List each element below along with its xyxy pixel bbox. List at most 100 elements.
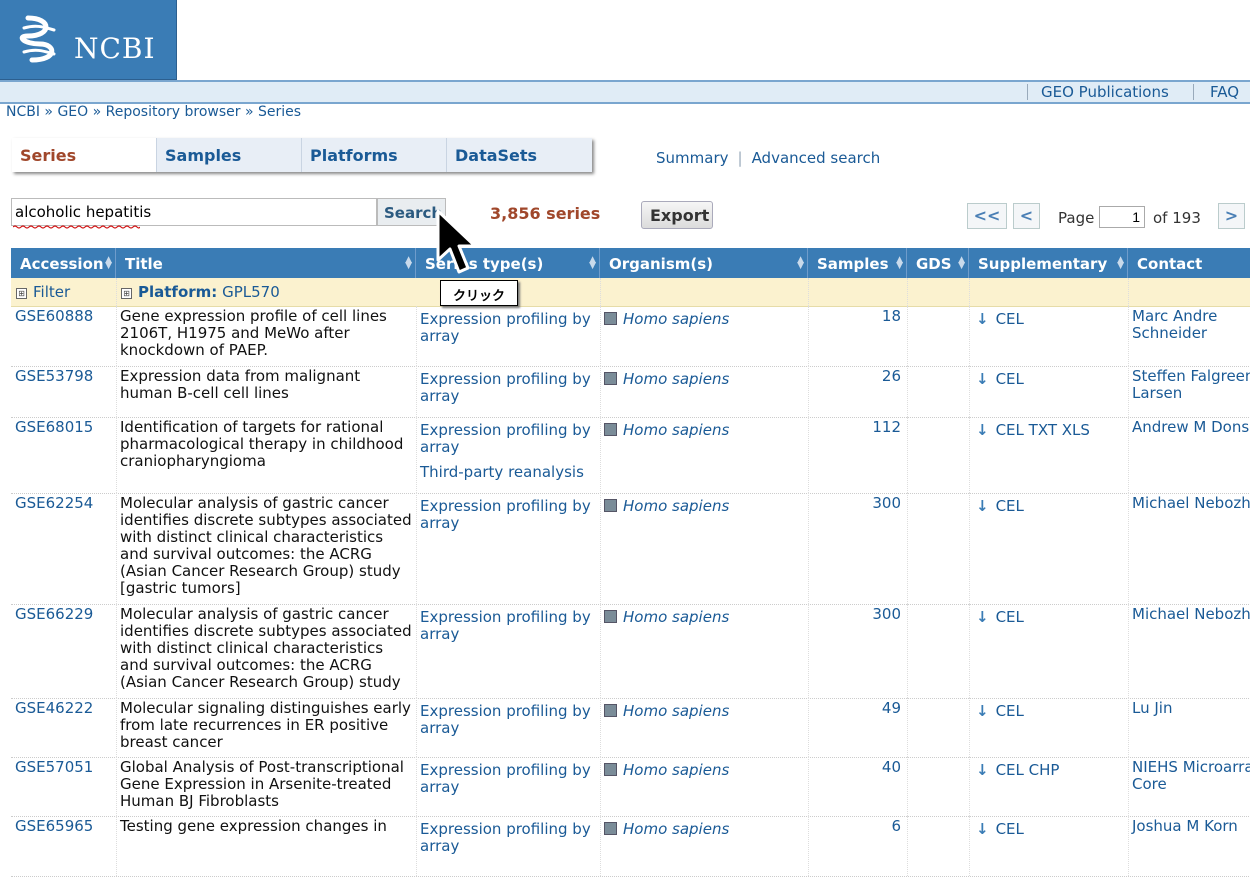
taxonomy-icon[interactable] bbox=[604, 822, 617, 835]
series-title: Gene expression profile of cell lines 21… bbox=[120, 307, 387, 359]
series-type-link[interactable]: Expression profiling by array bbox=[420, 820, 591, 855]
organism: Homo sapiens bbox=[604, 821, 729, 838]
taxonomy-icon[interactable] bbox=[604, 312, 617, 325]
column-header-title[interactable]: Title ▲ ▼ bbox=[116, 248, 416, 278]
column-header-supplementary[interactable]: Supplementary ▲ ▼ bbox=[969, 248, 1128, 278]
supplementary-download[interactable]: ↓ CEL bbox=[976, 609, 1024, 626]
series-title: Global Analysis of Post-transcriptional … bbox=[120, 758, 404, 810]
column-header-samples[interactable]: Samples ▲ ▼ bbox=[808, 248, 907, 278]
tab-platforms[interactable]: Platforms bbox=[302, 138, 447, 172]
series-type: Expression profiling by array Third-party… bbox=[420, 422, 595, 481]
organism-link[interactable]: Homo sapiens bbox=[623, 497, 729, 515]
series-type-link[interactable]: Expression profiling by array bbox=[420, 761, 591, 796]
table-row: GSE60888 Gene expression profile of cell … bbox=[11, 306, 1250, 367]
next-page-button[interactable]: > bbox=[1218, 203, 1245, 229]
page-total: of 193 bbox=[1153, 209, 1201, 227]
series-type-link[interactable]: Expression profiling by array bbox=[420, 421, 591, 456]
taxonomy-icon[interactable] bbox=[604, 610, 617, 623]
supplementary-download[interactable]: ↓ CEL CHP bbox=[976, 762, 1059, 779]
series-type-link[interactable]: Expression profiling by array bbox=[420, 370, 591, 405]
supplementary-download[interactable]: ↓ CEL bbox=[976, 498, 1024, 515]
organism: Homo sapiens bbox=[604, 609, 729, 626]
accession-link[interactable]: GSE60888 bbox=[15, 308, 93, 325]
series-type-link[interactable]: Expression profiling by array bbox=[420, 608, 591, 643]
expand-icon: ⊞ bbox=[121, 288, 132, 299]
contact-link[interactable]: Michael Nebozhyn bbox=[1132, 495, 1250, 512]
sample-count-link[interactable]: 112 bbox=[809, 419, 901, 436]
contact-link[interactable]: NIEHS Microarray Core bbox=[1132, 759, 1250, 793]
filter-toggle[interactable]: ⊞ Filter bbox=[16, 283, 70, 301]
accession-link[interactable]: GSE62254 bbox=[15, 495, 93, 512]
contact-link[interactable]: Marc Andre Schneider bbox=[1132, 308, 1250, 342]
column-header-gds[interactable]: GDS ▲ ▼ bbox=[907, 248, 969, 278]
search-input[interactable] bbox=[11, 198, 377, 226]
organism-link[interactable]: Homo sapiens bbox=[623, 761, 729, 779]
spellcheck-underline bbox=[13, 225, 140, 229]
taxonomy-icon[interactable] bbox=[604, 423, 617, 436]
breadcrumb[interactable]: NCBI » GEO » Repository browser » Series bbox=[6, 104, 301, 120]
accession-link[interactable]: GSE68015 bbox=[15, 419, 93, 436]
accession-link[interactable]: GSE65965 bbox=[15, 818, 93, 835]
sample-count-link[interactable]: 40 bbox=[809, 759, 901, 776]
ncbi-logo[interactable]: NCBI bbox=[0, 0, 177, 80]
tab-samples[interactable]: Samples bbox=[157, 138, 302, 172]
organism-link[interactable]: Homo sapiens bbox=[623, 608, 729, 626]
accession-link[interactable]: GSE66229 bbox=[15, 606, 93, 623]
series-type-link[interactable]: Expression profiling by array bbox=[420, 497, 591, 532]
series-type-extra-link[interactable]: Third-party reanalysis bbox=[420, 464, 595, 481]
contact-link[interactable]: Joshua M Korn bbox=[1132, 818, 1250, 835]
column-header-accession[interactable]: Accession ▲ ▼ bbox=[11, 248, 116, 278]
series-title: Molecular signaling distinguishes early … bbox=[120, 699, 411, 751]
table-row: GSE53798 Expression data from malignant h… bbox=[11, 366, 1250, 418]
download-arrow-icon: ↓ bbox=[976, 820, 989, 838]
series-type-link[interactable]: Expression profiling by array bbox=[420, 310, 591, 345]
contact-link[interactable]: Michael Nebozhyn bbox=[1132, 606, 1250, 623]
supplementary-download[interactable]: ↓ CEL bbox=[976, 311, 1024, 328]
geo-publications-link[interactable]: GEO Publications bbox=[1041, 83, 1169, 101]
taxonomy-icon[interactable] bbox=[604, 763, 617, 776]
tab-datasets[interactable]: DataSets bbox=[447, 138, 592, 172]
supplementary-download[interactable]: ↓ CEL bbox=[976, 371, 1024, 388]
taxonomy-icon[interactable] bbox=[604, 372, 617, 385]
platform-filter[interactable]: ⊞ Platform: GPL570 bbox=[121, 283, 280, 301]
summary-link[interactable]: Summary bbox=[656, 149, 729, 167]
organism: Homo sapiens bbox=[604, 311, 729, 328]
organism: Homo sapiens bbox=[604, 371, 729, 388]
organism-link[interactable]: Homo sapiens bbox=[623, 310, 729, 328]
supplementary-download[interactable]: ↓ CEL bbox=[976, 821, 1024, 838]
accession-link[interactable]: GSE46222 bbox=[15, 700, 93, 717]
advanced-search-link[interactable]: Advanced search bbox=[752, 149, 881, 167]
supplementary-download[interactable]: ↓ CEL TXT XLS bbox=[976, 422, 1090, 439]
faq-link[interactable]: FAQ bbox=[1210, 83, 1239, 101]
series-type-link[interactable]: Expression profiling by array bbox=[420, 702, 591, 737]
taxonomy-icon[interactable] bbox=[604, 704, 617, 717]
download-arrow-icon: ↓ bbox=[976, 608, 989, 626]
prev-page-button[interactable]: < bbox=[1013, 203, 1040, 229]
organism-link[interactable]: Homo sapiens bbox=[623, 820, 729, 838]
column-header-organism[interactable]: Organism(s) ▲ ▼ bbox=[600, 248, 808, 278]
contact-link[interactable]: Andrew M Donson bbox=[1132, 419, 1250, 436]
supplementary-download[interactable]: ↓ CEL bbox=[976, 703, 1024, 720]
page-number-input[interactable] bbox=[1099, 206, 1145, 228]
tab-series[interactable]: Series bbox=[12, 138, 157, 172]
contact-link[interactable]: Steffen Falgreen Larsen bbox=[1132, 368, 1250, 402]
sample-count-link[interactable]: 6 bbox=[809, 818, 901, 835]
export-button[interactable]: Export bbox=[641, 201, 713, 229]
sample-count-link[interactable]: 26 bbox=[809, 368, 901, 385]
sample-count-link[interactable]: 18 bbox=[809, 308, 901, 325]
organism-link[interactable]: Homo sapiens bbox=[623, 370, 729, 388]
taxonomy-icon[interactable] bbox=[604, 499, 617, 512]
accession-link[interactable]: GSE53798 bbox=[15, 368, 93, 385]
accession-link[interactable]: GSE57051 bbox=[15, 759, 93, 776]
first-page-button[interactable]: << bbox=[967, 203, 1007, 229]
download-arrow-icon: ↓ bbox=[976, 497, 989, 515]
sample-count-link[interactable]: 49 bbox=[809, 700, 901, 717]
column-header-contact[interactable]: Contact bbox=[1128, 248, 1250, 278]
sample-count-link[interactable]: 300 bbox=[809, 495, 901, 512]
sample-count-link[interactable]: 300 bbox=[809, 606, 901, 623]
nav-separator bbox=[1193, 84, 1194, 100]
sort-icon: ▲ ▼ bbox=[797, 255, 804, 271]
organism-link[interactable]: Homo sapiens bbox=[623, 421, 729, 439]
contact-link[interactable]: Lu Jin bbox=[1132, 700, 1250, 717]
organism-link[interactable]: Homo sapiens bbox=[623, 702, 729, 720]
